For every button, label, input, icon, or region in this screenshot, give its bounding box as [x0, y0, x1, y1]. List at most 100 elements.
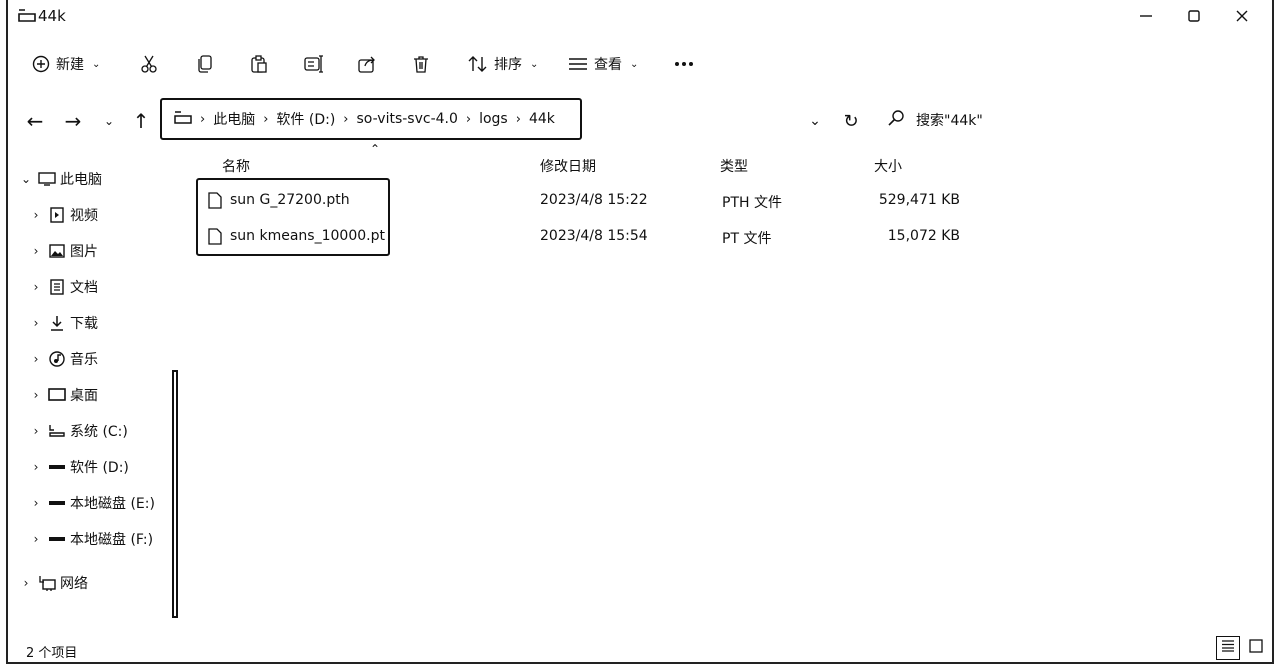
- navigation-pane: ⌄ 此电脑 › 视频 › 图片 › 文档 › 下载 › 音乐 › 桌面 › 系统…: [8, 160, 180, 620]
- breadcrumb-logs[interactable]: logs: [479, 111, 508, 127]
- sidebar-item-drive-d[interactable]: › 软件 (D:): [24, 454, 129, 480]
- chevron-right-icon: ›: [33, 208, 39, 222]
- share-button[interactable]: [358, 50, 376, 78]
- chevron-right-icon: ›: [33, 352, 39, 366]
- maximize-button[interactable]: [1174, 4, 1214, 32]
- chevron-right-icon: ›: [33, 280, 39, 294]
- folder-icon: [174, 110, 192, 128]
- chevron-right-icon: ›: [263, 111, 269, 127]
- sidebar-item-videos[interactable]: › 视频: [24, 202, 98, 228]
- chevron-right-icon: ›: [33, 532, 39, 546]
- sidebar-item-desktop[interactable]: › 桌面: [24, 382, 98, 408]
- refresh-icon: ↻: [843, 110, 859, 132]
- search-icon: [888, 110, 904, 130]
- drive-icon: [48, 531, 66, 547]
- sidebar-item-label: 本地磁盘 (E:): [70, 496, 155, 512]
- sidebar-item-pictures[interactable]: › 图片: [24, 238, 98, 264]
- copy-button[interactable]: [196, 50, 214, 78]
- sidebar-item-label: 系统 (C:): [70, 424, 128, 440]
- minimize-button[interactable]: [1126, 4, 1166, 32]
- back-button[interactable]: ←: [22, 108, 48, 134]
- breadcrumb-this-pc[interactable]: 此电脑: [213, 109, 255, 129]
- breadcrumb-drive-d[interactable]: 软件 (D:): [276, 109, 335, 129]
- sidebar-item-downloads[interactable]: › 下载: [24, 310, 98, 336]
- network-icon: [38, 575, 56, 591]
- column-header-type[interactable]: 类型: [720, 156, 748, 176]
- file-size: 15,072 KB: [887, 228, 960, 244]
- file-icon: [208, 192, 222, 209]
- sidebar-item-label: 图片: [70, 244, 98, 260]
- view-switcher: [1216, 636, 1268, 660]
- search-placeholder: 搜索"44k": [916, 113, 983, 129]
- column-header-name[interactable]: 名称: [222, 156, 250, 176]
- view-icon: [568, 57, 588, 71]
- sidebar-item-label: 音乐: [70, 352, 98, 368]
- sort-ascending-icon: ⌃: [370, 142, 381, 156]
- breadcrumb-so-vits[interactable]: so-vits-svc-4.0: [356, 111, 457, 127]
- documents-icon: [48, 279, 66, 295]
- column-header-size[interactable]: 大小: [874, 156, 902, 176]
- sidebar-item-label: 视频: [70, 208, 98, 224]
- cut-button[interactable]: [140, 50, 158, 78]
- item-count: 2 个项目: [26, 646, 78, 661]
- minimize-icon: [1140, 10, 1152, 26]
- column-header-date[interactable]: 修改日期: [540, 156, 596, 176]
- details-view-button[interactable]: [1216, 636, 1240, 660]
- new-button[interactable]: 新建 ⌄: [32, 50, 100, 78]
- chevron-right-icon: ›: [33, 388, 39, 402]
- up-button[interactable]: ↑: [128, 108, 154, 134]
- file-explorer-window: 44k 新建 ⌄ 排序 ⌄ 查看 ⌄ ← → ⌄ ↑ › 此电脑 › 软件 (D…: [6, 0, 1274, 664]
- drive-icon: [48, 495, 66, 511]
- rename-icon: [304, 55, 324, 73]
- tiles-view-button[interactable]: [1244, 636, 1268, 660]
- copy-icon: [196, 55, 214, 73]
- title-bar: 44k: [8, 0, 1272, 36]
- table-row[interactable]: sun kmeans_10000.pt 2023/4/8 15:54 PT 文件…: [194, 222, 994, 254]
- paste-button[interactable]: [250, 50, 268, 78]
- music-icon: [48, 351, 66, 367]
- tiles-view-icon: [1249, 639, 1263, 657]
- sidebar-item-drive-f[interactable]: › 本地磁盘 (F:): [24, 526, 153, 552]
- address-dropdown-button[interactable]: ⌄: [802, 108, 828, 134]
- sidebar-item-documents[interactable]: › 文档: [24, 274, 98, 300]
- close-icon: [1236, 10, 1248, 26]
- new-label: 新建: [56, 57, 84, 73]
- refresh-button[interactable]: ↻: [838, 108, 864, 134]
- paste-icon: [250, 55, 268, 73]
- search-box[interactable]: 搜索"44k": [888, 110, 983, 130]
- chevron-right-icon: ›: [33, 460, 39, 474]
- view-button[interactable]: 查看 ⌄: [568, 50, 638, 78]
- command-bar: 新建 ⌄ 排序 ⌄ 查看 ⌄: [8, 44, 1272, 84]
- sidebar-item-label: 下载: [70, 316, 98, 332]
- file-name: sun G_27200.pth: [230, 192, 350, 208]
- sidebar-item-label: 桌面: [70, 388, 98, 404]
- view-label: 查看: [594, 57, 622, 73]
- delete-icon: [412, 55, 430, 73]
- breadcrumb-44k[interactable]: 44k: [529, 111, 555, 127]
- close-button[interactable]: [1222, 4, 1262, 32]
- more-icon: [674, 61, 694, 67]
- sort-button[interactable]: 排序 ⌄: [468, 50, 538, 78]
- sidebar-item-network[interactable]: › 网络: [14, 570, 88, 596]
- chevron-right-icon: ›: [33, 316, 39, 330]
- sidebar-item-drive-e[interactable]: › 本地磁盘 (E:): [24, 490, 155, 516]
- chevron-down-icon: ⌄: [530, 58, 539, 70]
- more-button[interactable]: [674, 50, 694, 78]
- computer-icon: [38, 171, 56, 187]
- file-name: sun kmeans_10000.pt: [230, 228, 385, 244]
- sidebar-scrollbar[interactable]: [172, 370, 178, 618]
- address-bar[interactable]: › 此电脑 › 软件 (D:) › so-vits-svc-4.0 › logs…: [160, 98, 582, 140]
- rename-button[interactable]: [304, 50, 324, 78]
- maximize-icon: [1188, 10, 1200, 26]
- table-row[interactable]: sun G_27200.pth 2023/4/8 15:22 PTH 文件 52…: [194, 186, 994, 218]
- sidebar-item-this-pc[interactable]: ⌄ 此电脑: [14, 166, 102, 192]
- recent-button[interactable]: ⌄: [96, 108, 122, 134]
- forward-button[interactable]: →: [60, 108, 86, 134]
- sidebar-item-label: 软件 (D:): [70, 460, 129, 476]
- delete-button[interactable]: [412, 50, 430, 78]
- sidebar-item-music[interactable]: › 音乐: [24, 346, 98, 372]
- window-title: 44k: [38, 7, 66, 25]
- sidebar-item-label: 此电脑: [60, 172, 102, 188]
- details-view-icon: [1221, 640, 1235, 656]
- sidebar-item-drive-c[interactable]: › 系统 (C:): [24, 418, 128, 444]
